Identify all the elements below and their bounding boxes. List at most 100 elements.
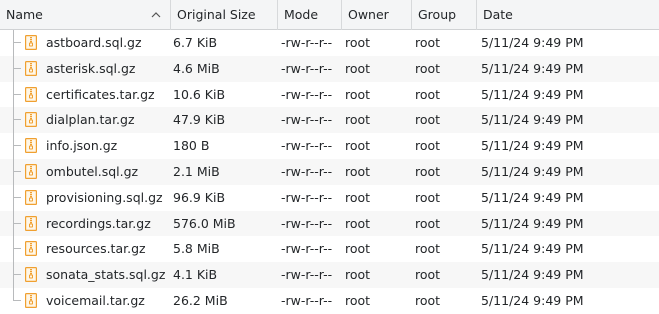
file-name: info.json.gz [46, 138, 118, 154]
file-size: 10.6 KiB [173, 86, 226, 102]
tree-branch-line [13, 133, 21, 159]
file-mode: -rw-r--r-- [281, 112, 333, 128]
file-size: 96.9 KiB [173, 189, 226, 205]
file-row[interactable]: voicemail.tar.gz 26.2 MiB -rw-r--r-- root ro… [0, 287, 659, 314]
column-header-size-label: Original Size [177, 7, 256, 22]
file-group: root [415, 267, 441, 283]
tree-branch-line [13, 287, 21, 301]
file-owner: root [345, 215, 371, 231]
column-header-group-label: Group [418, 7, 457, 22]
file-name: astboard.sql.gz [46, 35, 142, 50]
archive-file-icon [25, 267, 37, 283]
file-list: astboard.sql.gz 6.7 KiB -rw-r--r-- root root… [0, 30, 659, 314]
archive-file-icon [25, 189, 37, 205]
tree-branch-line [13, 55, 21, 82]
file-owner: root [345, 189, 371, 205]
file-date: 5/11/24 9:49 PM [481, 215, 584, 231]
archive-file-icon [25, 292, 37, 308]
file-row[interactable]: asterisk.sql.gz 4.6 MiB -rw-r--r-- root root… [0, 55, 659, 82]
chevron-up-icon [151, 12, 161, 18]
file-owner: root [345, 163, 371, 179]
tree-branch-line [13, 158, 21, 185]
file-name: sonata_stats.sql.gz [46, 267, 166, 283]
file-name: recordings.tar.gz [46, 215, 151, 231]
file-mode: -rw-r--r-- [281, 241, 333, 257]
file-mode: -rw-r--r-- [281, 138, 333, 154]
column-header-size[interactable]: Original Size [171, 0, 278, 30]
file-owner: root [345, 35, 371, 50]
file-row[interactable]: provisioning.sql.gz 96.9 KiB -rw-r--r-- roo… [0, 184, 659, 211]
tree-branch-line [13, 81, 21, 108]
file-owner: root [345, 60, 371, 76]
file-name: certificates.tar.gz [46, 86, 155, 102]
tree-branch-line [13, 236, 21, 263]
file-owner: root [345, 112, 371, 128]
file-size: 26.2 MiB [173, 292, 228, 308]
file-group: root [415, 189, 441, 205]
file-owner: root [345, 241, 371, 257]
file-mode: -rw-r--r-- [281, 60, 333, 76]
file-owner: root [345, 292, 371, 308]
column-header-date[interactable]: Date [477, 0, 659, 30]
column-header-date-label: Date [483, 7, 513, 22]
file-group: root [415, 241, 441, 257]
file-size: 5.8 MiB [173, 241, 220, 257]
file-date: 5/11/24 9:49 PM [481, 112, 584, 128]
tree-branch-line [13, 262, 21, 288]
file-mode: -rw-r--r-- [281, 267, 333, 283]
file-mode: -rw-r--r-- [281, 189, 333, 205]
file-group: root [415, 112, 441, 128]
column-header-owner[interactable]: Owner [342, 0, 412, 30]
archive-file-icon [25, 215, 37, 231]
column-header-group[interactable]: Group [412, 0, 477, 30]
file-group: root [415, 60, 441, 76]
file-owner: root [345, 138, 371, 154]
file-date: 5/11/24 9:49 PM [481, 138, 584, 154]
column-header-owner-label: Owner [348, 7, 389, 22]
file-group: root [415, 292, 441, 308]
tree-branch-line [13, 210, 21, 237]
file-row[interactable]: certificates.tar.gz 10.6 KiB -rw-r--r-- roo… [0, 81, 659, 108]
column-header-name[interactable]: Name [0, 0, 171, 30]
file-row[interactable]: sonata_stats.sql.gz 4.1 KiB -rw-r--r-- root… [0, 262, 659, 288]
file-mode: -rw-r--r-- [281, 35, 333, 50]
file-size: 6.7 KiB [173, 35, 218, 50]
archive-file-icon [25, 35, 37, 50]
file-name: provisioning.sql.gz [46, 189, 163, 205]
file-row[interactable]: recordings.tar.gz 576.0 MiB -rw-r--r-- root… [0, 210, 659, 237]
file-owner: root [345, 267, 371, 283]
archive-file-icon [25, 112, 37, 128]
file-group: root [415, 163, 441, 179]
archive-file-icon [25, 241, 37, 257]
archive-file-icon [25, 86, 37, 102]
archive-file-icon [25, 60, 37, 76]
file-owner: root [345, 86, 371, 102]
file-row[interactable]: resources.tar.gz 5.8 MiB -rw-r--r-- root roo… [0, 236, 659, 263]
file-name: resources.tar.gz [46, 241, 146, 257]
file-row[interactable]: info.json.gz 180 B -rw-r--r-- root root 5/11/… [0, 133, 659, 159]
column-header-name-label: Name [6, 7, 43, 22]
file-date: 5/11/24 9:49 PM [481, 60, 584, 76]
tree-branch-line [13, 184, 21, 211]
file-row[interactable]: ombutel.sql.gz 2.1 MiB -rw-r--r-- root root 5… [0, 158, 659, 185]
file-name: asterisk.sql.gz [46, 60, 136, 76]
file-row[interactable]: dialplan.tar.gz 47.9 KiB -rw-r--r-- root roo… [0, 107, 659, 134]
file-name: voicemail.tar.gz [46, 292, 145, 308]
file-row[interactable]: astboard.sql.gz 6.7 KiB -rw-r--r-- root root… [0, 30, 659, 56]
column-header-mode[interactable]: Mode [278, 0, 342, 30]
column-header-mode-label: Mode [284, 7, 319, 22]
column-header: Name Original Size Mode Owner Group Date [0, 0, 659, 30]
file-group: root [415, 138, 441, 154]
archive-file-icon [25, 138, 37, 154]
file-name: ombutel.sql.gz [46, 163, 139, 179]
file-size: 47.9 KiB [173, 112, 226, 128]
file-mode: -rw-r--r-- [281, 215, 333, 231]
tree-branch-line [13, 107, 21, 134]
file-size: 4.6 MiB [173, 60, 220, 76]
archive-file-view: Name Original Size Mode Owner Group Date… [0, 0, 659, 314]
file-size: 576.0 MiB [173, 215, 236, 231]
file-size: 180 B [173, 138, 210, 154]
file-mode: -rw-r--r-- [281, 292, 333, 308]
file-mode: -rw-r--r-- [281, 86, 333, 102]
tree-branch-line [13, 30, 21, 56]
